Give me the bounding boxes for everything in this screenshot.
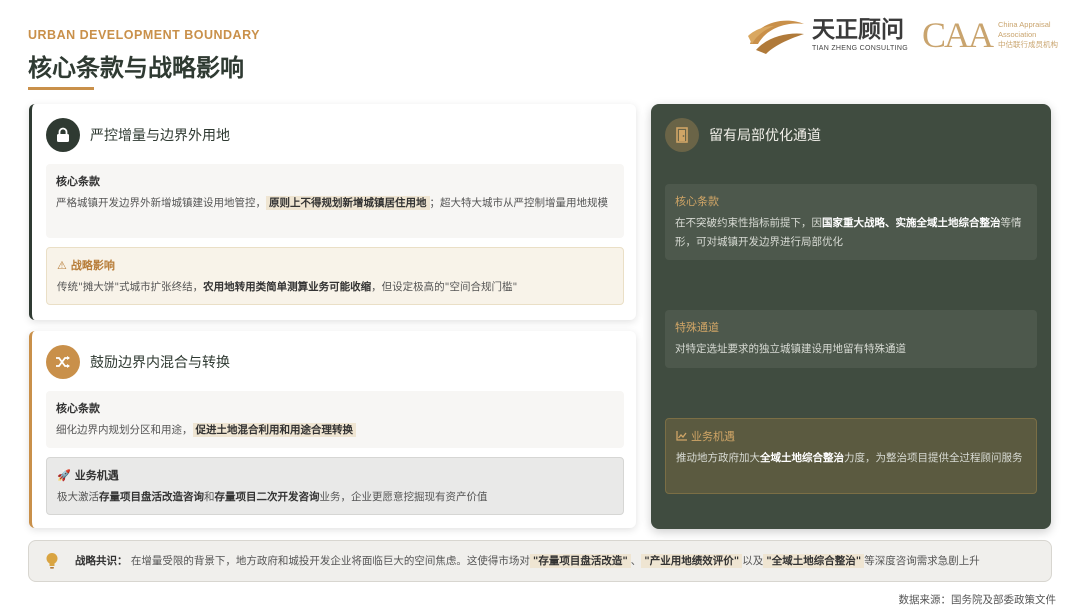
special-title: 特殊通道 bbox=[675, 321, 719, 334]
tianzheng-name: 天正顾问 bbox=[811, 16, 904, 43]
caa-line2: Association bbox=[998, 30, 1037, 40]
consensus-text: 战略共识： 在增量受限的背景下，地方政府和城投开发企业将面临巨大的空间焦虑。这使… bbox=[75, 553, 980, 568]
special-channel-box: 特殊通道 对特定选址要求的独立城镇建设用地留有特殊通道 bbox=[665, 310, 1037, 368]
panel-core-title: 核心条款 bbox=[675, 195, 719, 208]
local-optimization-panel: 留有局部优化通道 核心条款 在不突破约束性指标前提下，因国家重大战略、实施全域土… bbox=[651, 104, 1051, 529]
impact-text: 传统"摊大饼"式城市扩张终结，农用地转用类简单测算业务可能收缩，但设定极高的"空… bbox=[57, 281, 518, 293]
strategic-consensus-bar: 战略共识： 在增量受限的背景下，地方政府和城投开发企业将面临巨大的空间焦虑。这使… bbox=[28, 540, 1052, 582]
panel-title: 留有局部优化通道 bbox=[709, 128, 821, 144]
card-title: 严控增量与边界外用地 bbox=[90, 128, 230, 144]
consensus-label: 战略共识： bbox=[75, 554, 128, 567]
panel-core-text: 在不突破约束性指标前提下，因国家重大战略、实施全域土地综合整治等情形，可对城镇开… bbox=[675, 217, 1022, 249]
door-icon bbox=[665, 118, 699, 152]
card-title: 鼓励边界内混合与转换 bbox=[90, 355, 230, 371]
caa-mark: CAA bbox=[921, 15, 994, 55]
panel-opportunity-text: 推动地方政府加大全域土地综合整治力度，为整治项目提供全过程顾问服务 bbox=[676, 452, 1023, 464]
card-strict-control: 严控增量与边界外用地 核心条款 严格城镇开发边界外新增城镇建设用地管控， 原则上不… bbox=[29, 104, 636, 320]
caa-line3: 中估联行成员机构 bbox=[998, 39, 1058, 49]
highlight: 原则上不得规划新增城镇居住用地 bbox=[266, 196, 430, 210]
special-text: 对特定选址要求的独立城镇建设用地留有特殊通道 bbox=[675, 343, 906, 355]
page-header: URBAN DEVELOPMENT BOUNDARY 核心条款与战略影响 bbox=[28, 28, 260, 83]
panel-opportunity-box: 业务机遇 推动地方政府加大全域土地综合整治力度，为整治项目提供全过程顾问服务 bbox=[665, 418, 1037, 494]
panel-core-clause-box: 核心条款 在不突破约束性指标前提下，因国家重大战略、实施全域土地综合整治等情形，… bbox=[665, 184, 1037, 260]
rocket-icon: 🚀 bbox=[57, 468, 71, 482]
shuffle-icon bbox=[46, 345, 80, 379]
warning-icon: ⚠ bbox=[57, 258, 67, 272]
logo-group: 天正顾问 TIAN ZHENG CONSULTING CAA China App… bbox=[746, 14, 1058, 56]
tianzheng-swirl-icon bbox=[747, 20, 804, 54]
caa-line1: China Appraisal bbox=[998, 20, 1051, 30]
tianzheng-logo: 天正顾问 TIAN ZHENG CONSULTING bbox=[746, 14, 908, 56]
core-clause-box: 核心条款 严格城镇开发边界外新增城镇建设用地管控， 原则上不得规划新增城镇居住用地… bbox=[46, 164, 624, 238]
opportunity-title: 业务机遇 bbox=[74, 469, 119, 482]
core-clause-box: 核心条款 细化边界内规划分区和用途， 促进土地混合利用和用途合理转换 bbox=[46, 391, 624, 448]
lock-icon bbox=[46, 118, 80, 152]
core-clause-text: 细化边界内规划分区和用途， 促进土地混合利用和用途合理转换 bbox=[56, 421, 614, 440]
business-opportunity-box: 🚀 业务机遇 极大激活存量项目盘活改造咨询和存量项目二次开发咨询业务，企业更愿意挖… bbox=[46, 457, 624, 515]
card-mixed-use: 鼓励边界内混合与转换 核心条款 细化边界内规划分区和用途， 促进土地混合利用和用途… bbox=[29, 331, 636, 528]
core-clause-title: 核心条款 bbox=[56, 175, 100, 188]
tianzheng-english: TIAN ZHENG CONSULTING bbox=[811, 44, 908, 52]
core-clause-title: 核心条款 bbox=[56, 402, 100, 415]
title-underline bbox=[28, 87, 94, 90]
core-clause-text: 严格城镇开发边界外新增城镇建设用地管控， 原则上不得规划新增城镇居住用地 ；超大特大… bbox=[56, 196, 608, 210]
chart-line-icon bbox=[676, 431, 687, 441]
impact-title: 战略影响 bbox=[70, 259, 115, 272]
page-title: 核心条款与战略影响 bbox=[28, 54, 244, 82]
highlight: 促进土地混合利用和用途合理转换 bbox=[192, 423, 356, 437]
eyebrow-label: URBAN DEVELOPMENT BOUNDARY bbox=[28, 28, 260, 42]
panel-opportunity-title: 业务机遇 bbox=[691, 430, 735, 443]
data-source: 数据来源：国务院及部委政策文件 bbox=[898, 594, 1057, 606]
lightbulb-icon bbox=[41, 550, 63, 572]
opportunity-text: 极大激活存量项目盘活改造咨询和存量项目二次开发咨询业务，企业更愿意挖掘现有资产价… bbox=[57, 491, 488, 503]
caa-logo: CAA China Appraisal Association 中估联行成员机构 bbox=[922, 17, 1058, 53]
strategic-impact-box: ⚠ 战略影响 传统"摊大饼"式城市扩张终结，农用地转用类简单测算业务可能收缩，但设… bbox=[46, 247, 624, 305]
